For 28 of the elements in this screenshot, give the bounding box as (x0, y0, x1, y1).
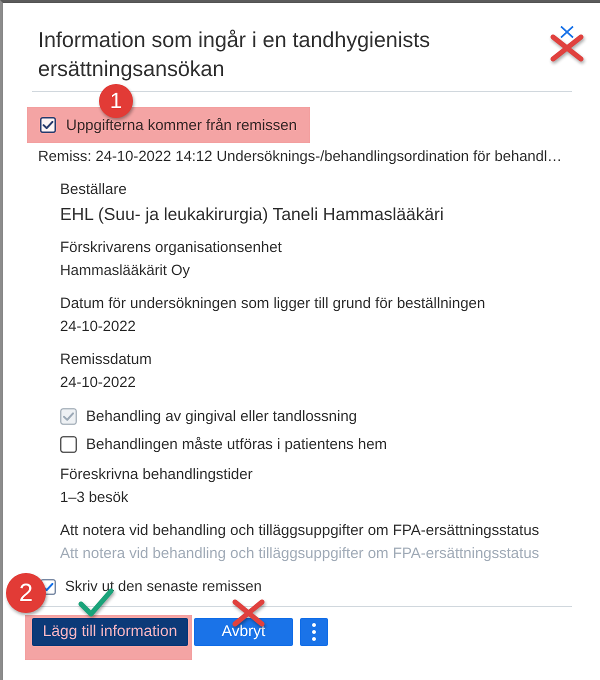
more-options-icon (312, 623, 316, 641)
field-value: 24-10-2022 (60, 374, 136, 393)
checkbox[interactable] (60, 436, 77, 452)
cross-mark-icon (549, 33, 585, 63)
notes-field[interactable]: Att notera vid behandling och tilläggsuppgifter om FPA-ersättningsstatus (60, 542, 572, 564)
field-label: Föreskrivna behandlingstider (60, 465, 253, 485)
cancel-button[interactable]: Avbryt (194, 618, 293, 646)
more-button[interactable] (300, 618, 328, 646)
checkbox-label: Behandlingen måste utföras i patientens hem (86, 436, 388, 452)
field-value: 1–3 besök (60, 489, 128, 508)
step-badge: 2 (6, 573, 46, 613)
checkbox-label: Uppgifterna kommer från remissen (66, 116, 297, 134)
field-value: Hammaslääkärit Oy (60, 262, 190, 281)
field-label: Förskrivarens organisationsenhet (60, 238, 282, 258)
close-icon (560, 26, 574, 38)
step-badge: 1 (99, 84, 133, 118)
field-label: Remissdatum (60, 350, 152, 370)
field-label: Datum för undersökningen som ligger till grund för beställningen (60, 294, 486, 314)
referral-text: Remiss: 24-10-2022 14:12 Undersöknings-/behandlingsordination för behandl… (37, 148, 562, 167)
field-label: Beställare (60, 180, 127, 200)
field-value: EHL (Suu- ja leukakirurgia) Taneli Hammaslääkäri (60, 203, 444, 226)
add-information-button[interactable]: Lägg till information (32, 618, 188, 646)
dialog-title: Information som ingår i en tandhygienists ersättningsansökan (38, 27, 431, 83)
field-value: 24-10-2022 (60, 318, 136, 337)
checkbox[interactable] (40, 117, 56, 133)
close-button[interactable] (560, 26, 574, 38)
checkbox-label: Behandling av gingival eller tandlossning (86, 408, 358, 424)
field-label: Att notera vid behandling och tilläggsuppgifter om FPA-ersättningsstatus (60, 521, 540, 541)
